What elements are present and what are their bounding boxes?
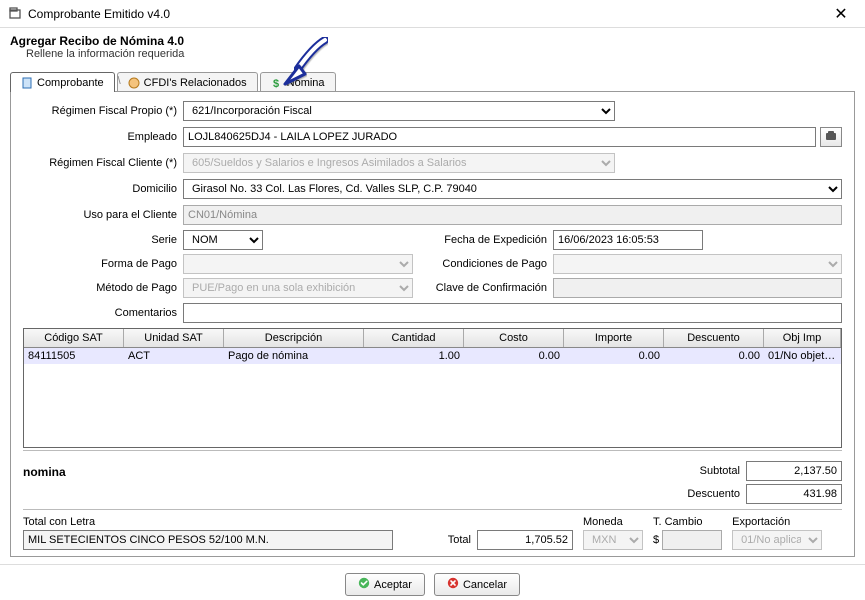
tab-bar: Comprobante \ CFDI's Relacionados \ $ Nó… bbox=[10, 72, 855, 92]
cancel-icon bbox=[447, 577, 459, 592]
cell-disc: 0.00 bbox=[664, 348, 764, 364]
label-condiciones-pago: Condiciones de Pago bbox=[423, 258, 553, 270]
empleado-input[interactable] bbox=[183, 127, 816, 147]
tab-cfdi-relacionados[interactable]: CFDI's Relacionados \ bbox=[117, 72, 258, 92]
table-row[interactable]: 84111505 ACT Pago de nómina 1.00 0.00 0.… bbox=[24, 348, 841, 364]
col-costo[interactable]: Costo bbox=[464, 329, 564, 347]
document-icon bbox=[21, 77, 33, 89]
total-letra-input bbox=[23, 530, 393, 550]
exportacion-select: 01/No aplica bbox=[732, 530, 822, 550]
titlebar: Comprobante Emitido v4.0 ✕ bbox=[0, 0, 865, 28]
label-regimen-cliente: Régimen Fiscal Cliente (*) bbox=[23, 157, 183, 169]
tab-panel-comprobante: Régimen Fiscal Propio (*) 621/Incorporac… bbox=[10, 91, 855, 557]
tcambio-input bbox=[662, 530, 722, 550]
label-uso-cliente: Uso para el Cliente bbox=[23, 209, 183, 221]
label-regimen-propio: Régimen Fiscal Propio (*) bbox=[23, 105, 183, 117]
search-icon bbox=[825, 130, 837, 145]
tab-label: Nómina bbox=[287, 77, 325, 89]
label-tcambio: T. Cambio bbox=[653, 516, 722, 528]
accept-label: Aceptar bbox=[374, 579, 412, 591]
grid-header: Código SAT Unidad SAT Descripción Cantid… bbox=[24, 329, 841, 348]
label-clave-conf: Clave de Confirmación bbox=[423, 282, 553, 294]
employee-lookup-button[interactable] bbox=[820, 127, 842, 147]
label-serie: Serie bbox=[23, 234, 183, 246]
label-descuento: Descuento bbox=[666, 488, 746, 500]
tab-nomina[interactable]: $ Nómina bbox=[260, 72, 336, 92]
col-descripcion[interactable]: Descripción bbox=[224, 329, 364, 347]
clave-conf-input bbox=[553, 278, 842, 298]
summary-block: nomina Subtotal Descuento Total con Letr… bbox=[23, 457, 842, 550]
label-moneda: Moneda bbox=[583, 516, 643, 528]
cancel-button[interactable]: Cancelar bbox=[434, 573, 520, 596]
label-comentarios: Comentarios bbox=[23, 307, 183, 319]
svg-text:$: $ bbox=[273, 78, 279, 89]
regimen-cliente-select: 605/Sueldos y Salarios e Ingresos Asimil… bbox=[183, 153, 615, 173]
cell-qty: 1.00 bbox=[364, 348, 464, 364]
fecha-exp-input[interactable] bbox=[553, 230, 703, 250]
tab-comprobante[interactable]: Comprobante \ bbox=[10, 72, 115, 92]
label-total: Total bbox=[397, 534, 477, 546]
descuento-value bbox=[746, 484, 842, 504]
total-value bbox=[477, 530, 573, 550]
close-icon[interactable]: ✕ bbox=[825, 4, 857, 24]
col-cantidad[interactable]: Cantidad bbox=[364, 329, 464, 347]
currency-symbol: $ bbox=[653, 534, 659, 546]
label-subtotal: Subtotal bbox=[666, 465, 746, 477]
cell-sat: 84111505 bbox=[24, 348, 124, 364]
cell-imp: 0.00 bbox=[564, 348, 664, 364]
forma-pago-select bbox=[183, 254, 413, 274]
label-domicilio: Domicilio bbox=[23, 183, 183, 195]
header: Agregar Recibo de Nómina 4.0 Rellene la … bbox=[0, 28, 865, 62]
action-bar: Aceptar Cancelar bbox=[0, 564, 865, 600]
comentarios-input[interactable] bbox=[183, 303, 842, 323]
header-sub: Rellene la información requerida bbox=[10, 48, 855, 60]
accept-button[interactable]: Aceptar bbox=[345, 573, 425, 596]
tab-label: Comprobante bbox=[37, 77, 104, 89]
label-exportacion: Exportación bbox=[732, 516, 822, 528]
cell-unit: ACT bbox=[124, 348, 224, 364]
moneda-select: MXN bbox=[583, 530, 643, 550]
condiciones-pago-select bbox=[553, 254, 842, 274]
domicilio-select[interactable]: Girasol No. 33 Col. Las Flores, Cd. Vall… bbox=[183, 179, 842, 199]
label-fecha-exp: Fecha de Expedición bbox=[423, 234, 553, 246]
metodo-pago-select: PUE/Pago en una sola exhibición bbox=[183, 278, 413, 298]
tab-label: CFDI's Relacionados bbox=[144, 77, 247, 89]
col-unidad-sat[interactable]: Unidad SAT bbox=[124, 329, 224, 347]
col-obj-imp[interactable]: Obj Imp bbox=[764, 329, 841, 347]
line-items-grid: Código SAT Unidad SAT Descripción Cantid… bbox=[23, 328, 842, 448]
summary-name: nomina bbox=[23, 461, 666, 483]
col-codigo-sat[interactable]: Código SAT bbox=[24, 329, 124, 347]
col-importe[interactable]: Importe bbox=[564, 329, 664, 347]
cell-obj: 01/No objeto de im... bbox=[764, 348, 841, 364]
cancel-label: Cancelar bbox=[463, 579, 507, 591]
col-descuento[interactable]: Descuento bbox=[664, 329, 764, 347]
regimen-propio-select[interactable]: 621/Incorporación Fiscal bbox=[183, 101, 615, 121]
grid-body[interactable]: 84111505 ACT Pago de nómina 1.00 0.00 0.… bbox=[24, 348, 841, 447]
label-empleado: Empleado bbox=[23, 131, 183, 143]
subtotal-value bbox=[746, 461, 842, 481]
uso-cliente-input bbox=[183, 205, 842, 225]
link-icon bbox=[128, 77, 140, 89]
label-total-letra: Total con Letra bbox=[23, 516, 393, 528]
serie-select[interactable]: NOM bbox=[183, 230, 263, 250]
header-main: Agregar Recibo de Nómina 4.0 bbox=[10, 34, 855, 48]
label-forma-pago: Forma de Pago bbox=[23, 258, 183, 270]
cell-cost: 0.00 bbox=[464, 348, 564, 364]
cell-desc: Pago de nómina bbox=[224, 348, 364, 364]
label-metodo-pago: Método de Pago bbox=[23, 282, 183, 294]
money-icon: $ bbox=[271, 77, 283, 89]
check-icon bbox=[358, 577, 370, 592]
app-icon bbox=[8, 7, 22, 21]
window-title: Comprobante Emitido v4.0 bbox=[28, 7, 825, 21]
